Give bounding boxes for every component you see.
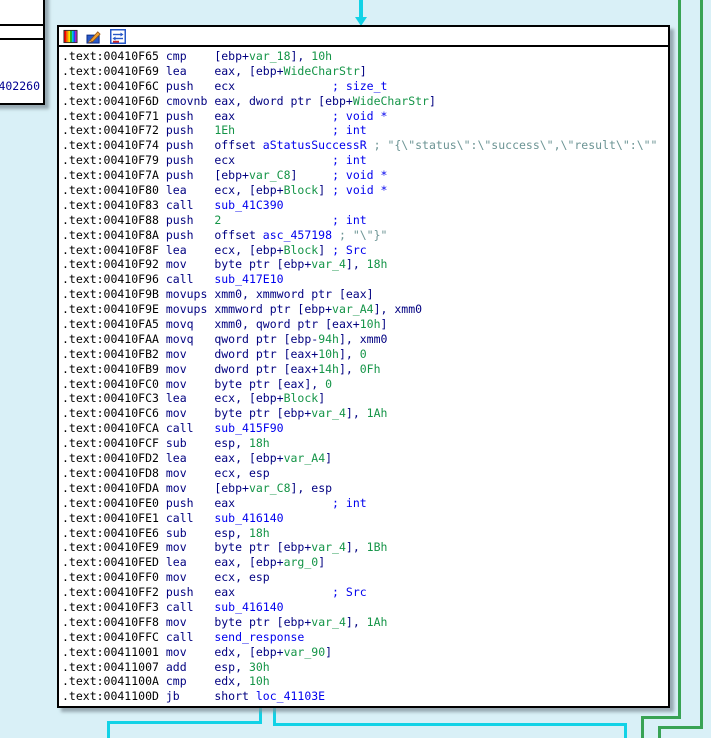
code-line[interactable]: .text:00410F92 mov byte ptr [ebp+var_4],… [62,257,668,272]
code-line[interactable]: .text:00410FA5 movq xmm0, qword ptr [eax… [62,317,668,332]
code-line[interactable]: .text:00410FE6 sub esp, 18h [62,526,668,541]
partial-node-address-label: 402260 [0,79,40,93]
code-line[interactable]: .text:00410FDA mov [ebp+var_C8], esp [62,481,668,496]
code-line[interactable]: .text:00410F96 call sub_417E10 [62,272,668,287]
disassembly-listing: .text:00410F65 cmp [ebp+var_18], 10h.tex… [59,47,668,704]
code-line[interactable]: .text:00411007 add esp, 30h [62,660,668,675]
code-line[interactable]: .text:00410FC3 lea ecx, [ebp+Block] [62,391,668,406]
code-line[interactable]: .text:00410F6D cmovnb eax, dword ptr [eb… [62,94,668,109]
code-line[interactable]: .text:00410FED lea eax, [ebp+arg_0] [62,555,668,570]
code-line[interactable]: .text:00410FE9 mov byte ptr [ebp+var_4],… [62,540,668,555]
graph-edge-out-right-horizontal [273,723,627,726]
group-node-icon[interactable] [110,29,126,44]
code-line[interactable]: .text:00410FF0 mov ecx, esp [62,570,668,585]
node-color-icon[interactable] [63,29,78,44]
code-line[interactable]: .text:00410FE1 call sub_416140 [62,511,668,526]
code-line[interactable]: .text:00410FD8 mov ecx, esp [62,466,668,481]
code-line[interactable]: .text:00410FF2 push eax ; Src [62,585,668,600]
code-line[interactable]: .text:00410F80 lea ecx, [ebp+Block] ; vo… [62,183,668,198]
code-line[interactable]: .text:00410F72 push 1Eh ; int [62,123,668,138]
code-line[interactable]: .text:00410FC0 mov byte ptr [eax], 0 [62,377,668,392]
partial-node-divider-top [0,24,43,26]
code-line[interactable]: .text:00410F71 push eax ; void * [62,109,668,124]
graph-edge-green-inner-down [658,726,661,738]
code-line[interactable]: .text:00410FCA call sub_415F90 [62,421,668,436]
code-line[interactable]: .text:00410F65 cmp [ebp+var_18], 10h [62,49,668,64]
code-line[interactable]: .text:0041100A cmp edx, 10h [62,674,668,689]
code-line[interactable]: .text:00410FB2 mov dword ptr [eax+10h], … [62,347,668,362]
graph-edge-green-outer-horizontal [641,716,681,719]
code-line[interactable]: .text:00410FCF sub esp, 18h [62,436,668,451]
code-line[interactable]: .text:00410FFC call send_response [62,630,668,645]
node-toolbar [59,27,668,47]
code-line[interactable]: .text:00410F6C push ecx ; size_t [62,79,668,94]
graph-edge-green-outer [678,0,681,719]
code-line[interactable]: .text:00410F8F lea ecx, [ebp+Block] ; Sr… [62,243,668,258]
graph-edge-incoming-line [359,0,363,18]
code-line[interactable]: .text:0041100D jb short loc_41103E [62,689,668,704]
code-line[interactable]: .text:00410FE0 push eax ; int [62,496,668,511]
code-line[interactable]: .text:00410F83 call sub_41C390 [62,198,668,213]
graph-edge-green-outer-down [641,716,644,738]
code-line[interactable]: .text:00410F9B movups xmm0, xmmword ptr … [62,287,668,302]
code-line[interactable]: .text:00411001 mov edx, [ebp+var_90] [62,645,668,660]
code-line[interactable]: .text:00410FC6 mov byte ptr [ebp+var_4],… [62,406,668,421]
graph-edge-out-right-down [624,723,627,738]
graph-edge-green-inner [700,0,703,729]
code-line[interactable]: .text:00410F79 push ecx ; int [62,153,668,168]
code-line[interactable]: .text:00410FD2 lea eax, [ebp+var_A4] [62,451,668,466]
code-line[interactable]: .text:00410FF8 mov byte ptr [ebp+var_4],… [62,615,668,630]
code-line[interactable]: .text:00410F7A push [ebp+var_C8] ; void … [62,168,668,183]
graph-edge-out-left-down [107,721,110,738]
code-line[interactable]: .text:00410FB9 mov dword ptr [eax+14h], … [62,362,668,377]
code-line[interactable]: .text:00410F9E movups xmmword ptr [ebp+v… [62,302,668,317]
partial-node-left[interactable]: 402260 [0,0,45,105]
code-line[interactable]: .text:00410F8A push offset asc_457198 ; … [62,228,668,243]
partial-node-divider-bottom [0,38,43,40]
graph-edge-green-inner-horizontal [658,726,703,729]
disassembly-node[interactable]: .text:00410F65 cmp [ebp+var_18], 10h.tex… [57,25,670,708]
graph-edge-out-left-horizontal [107,721,262,724]
code-line[interactable]: .text:00410F69 lea eax, [ebp+WideCharStr… [62,64,668,79]
code-line[interactable]: .text:00410F88 push 2 ; int [62,213,668,228]
code-line[interactable]: .text:00410FAA movq qword ptr [ebp-94h],… [62,332,668,347]
code-line[interactable]: .text:00410F74 push offset aStatusSucces… [62,138,668,153]
edit-node-icon[interactable] [86,29,102,44]
code-line[interactable]: .text:00410FF3 call sub_416140 [62,600,668,615]
